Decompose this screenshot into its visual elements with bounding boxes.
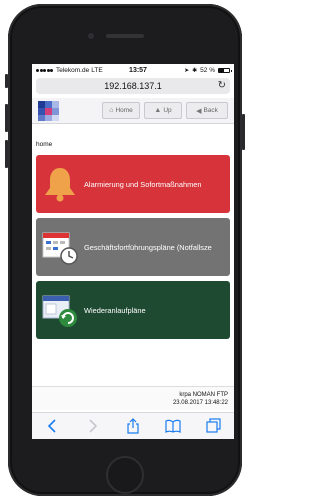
tile-label: Alarmierung und Sofortmaßnahmen <box>84 179 202 189</box>
earpiece-speaker <box>106 34 144 38</box>
breadcrumb: home <box>36 141 53 148</box>
up-button-label: Up <box>163 107 172 114</box>
up-button[interactable]: ▲ Up <box>144 102 182 119</box>
status-bar: Telekom.de LTE 13:57 ➤ ✱ 52 % <box>32 64 234 76</box>
back-button[interactable]: ◀ Back <box>186 102 228 119</box>
volume-down-button <box>5 140 8 168</box>
app-header: ⌂ Home ▲ Up ◀ Back <box>32 98 234 124</box>
footer-timestamp: 23.08.2017 13:48:22 <box>172 400 228 406</box>
volume-up-button <box>5 104 8 132</box>
signal-icon <box>36 67 54 74</box>
footer-user: krpa NOMAN FTP <box>179 392 228 398</box>
app-logo <box>38 101 60 121</box>
mute-switch <box>5 74 8 88</box>
status-time: 13:57 <box>129 66 147 74</box>
calendar-clock-icon <box>40 227 80 267</box>
restart-window-icon <box>40 290 80 330</box>
browser-toolbar <box>32 412 234 439</box>
bell-icon <box>40 164 80 204</box>
back-arrow-icon: ◀ <box>196 107 202 115</box>
home-icon: ⌂ <box>109 107 114 114</box>
forward-arrow-icon[interactable] <box>85 418 101 434</box>
network-type: LTE <box>91 66 103 74</box>
tile-wiederanlaufplaene[interactable]: Wiederanlaufpläne <box>36 281 230 339</box>
home-hardware-button[interactable] <box>106 456 144 494</box>
back-button-label: Back <box>203 107 218 114</box>
battery-icon <box>218 67 232 73</box>
home-button-label: Home <box>115 107 133 114</box>
reload-icon[interactable]: ↻ <box>218 80 226 91</box>
tabs-icon[interactable] <box>206 418 222 434</box>
url-text: 192.168.137.1 <box>104 81 162 91</box>
phone-frame: Telekom.de LTE 13:57 ➤ ✱ 52 % 192.168.13… <box>5 4 245 496</box>
front-camera <box>88 33 94 39</box>
tile-label: Geschäftsfortführungspläne (Notfallsze <box>84 242 212 252</box>
address-bar[interactable]: 192.168.137.1 ↻ <box>36 78 230 94</box>
bookmarks-icon[interactable] <box>165 418 181 434</box>
carrier-name: Telekom.de <box>55 66 90 74</box>
tile-geschaeftsfortfuehrung[interactable]: Geschäftsfortführungspläne (Notfallsze <box>36 218 230 276</box>
power-button <box>242 114 245 150</box>
tile-label: Wiederanlaufpläne <box>84 305 146 315</box>
share-icon[interactable] <box>125 418 141 434</box>
up-arrow-icon: ▲ <box>154 107 162 114</box>
screen: Telekom.de LTE 13:57 ➤ ✱ 52 % 192.168.13… <box>32 64 234 439</box>
bluetooth-icon: ✱ <box>192 67 198 74</box>
page-footer: krpa NOMAN FTP 23.08.2017 13:48:22 <box>32 386 234 410</box>
battery-percent: 52 % <box>200 66 215 74</box>
back-arrow-icon[interactable] <box>44 418 60 434</box>
tile-alarmierung[interactable]: Alarmierung und Sofortmaßnahmen <box>36 155 230 213</box>
location-icon: ➤ <box>184 67 190 74</box>
home-button[interactable]: ⌂ Home <box>102 102 140 119</box>
